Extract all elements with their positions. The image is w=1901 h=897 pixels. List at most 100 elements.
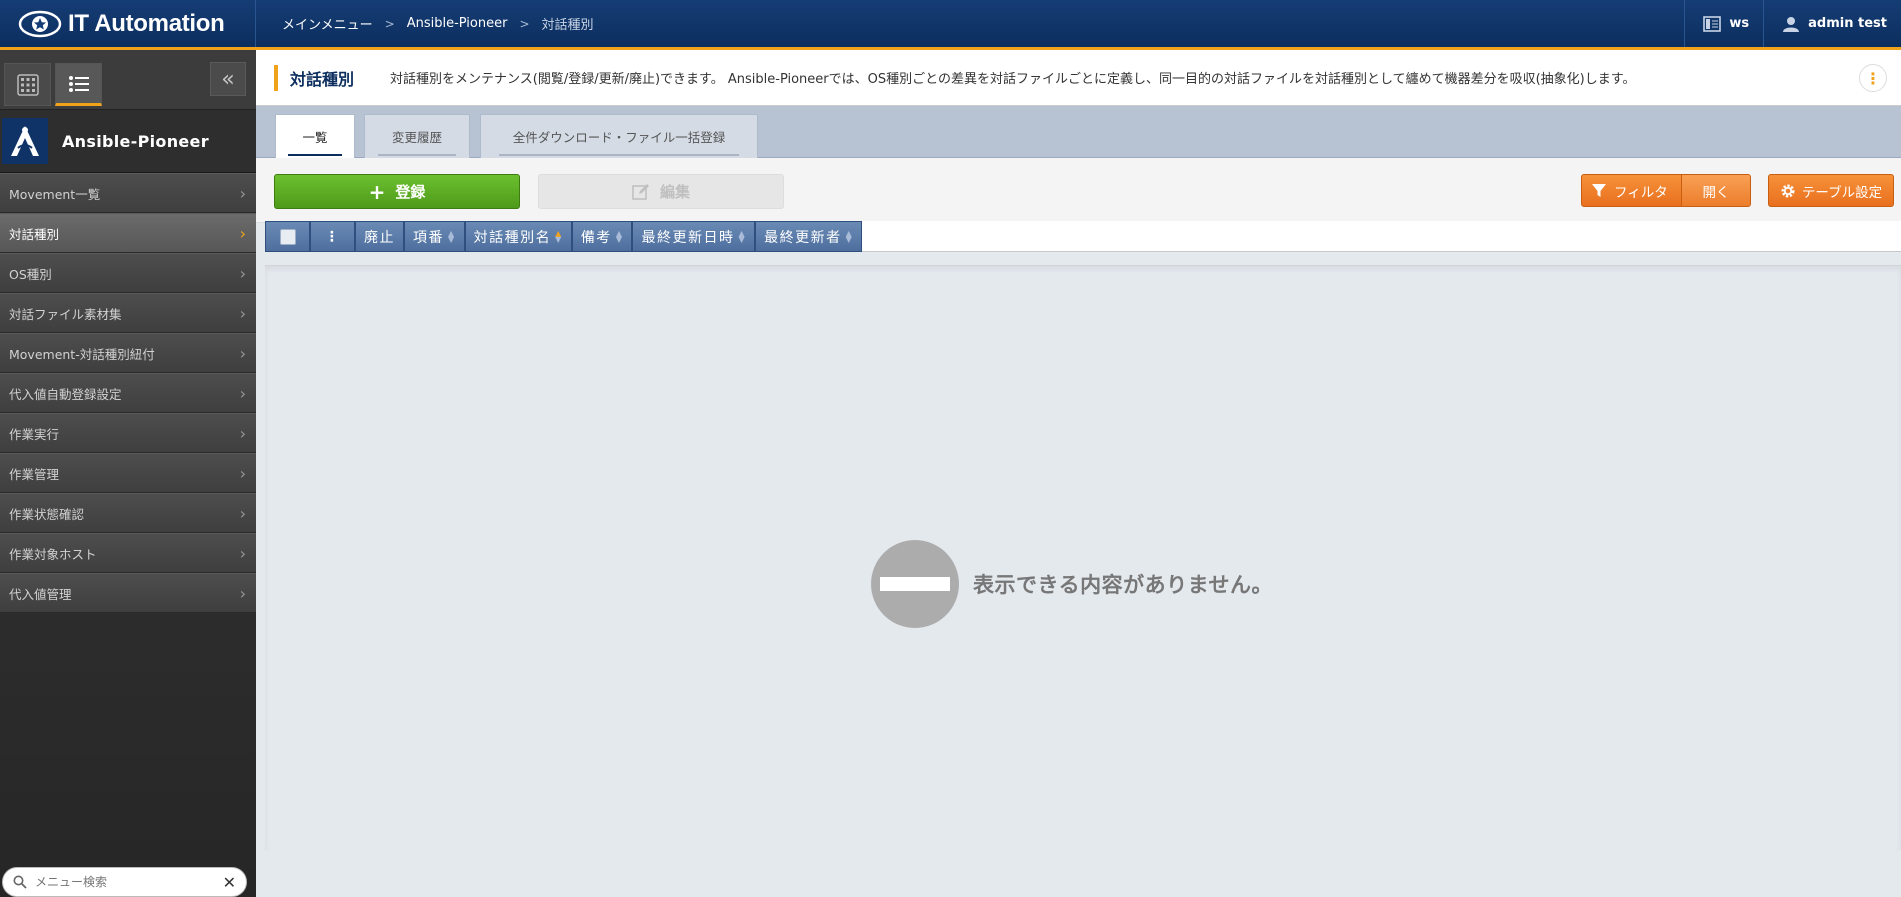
sidebar-item[interactable]: 代入値自動登録設定 › — [0, 373, 256, 413]
app-name: IT Automation — [68, 9, 225, 37]
chevron-right-icon: › — [239, 223, 246, 243]
empty-state: 表示できる内容がありません。 — [871, 540, 1273, 628]
row-menu-header[interactable]: ⋮ — [310, 221, 355, 252]
grid-icon — [16, 73, 39, 96]
sidebar-item[interactable]: 作業状態確認 › — [0, 493, 256, 533]
sidebar-item-label: OS種別 — [9, 266, 52, 282]
gear-icon — [1781, 184, 1795, 197]
filter-open-toggle[interactable]: 開く — [1682, 175, 1750, 206]
sidebar-item[interactable]: 作業管理 › — [0, 453, 256, 493]
menu-search[interactable]: ✕ — [2, 867, 247, 897]
main-content: 対話種別 対話種別をメンテナンス(閲覧/登録/更新/廃止)できます。 Ansib… — [256, 50, 1901, 897]
menu-group-name: Ansible-Pioneer — [62, 131, 209, 151]
sidebar-item-label: 作業実行 — [9, 426, 60, 442]
sidebar-item-label: 代入値自動登録設定 — [9, 386, 122, 402]
column-header-last-updated-by[interactable]: 最終更新者 ▲ ▼ — [755, 221, 863, 252]
sort-icon: ▲ ▼ — [738, 228, 747, 244]
sidebar-item[interactable]: 作業対象ホスト › — [0, 533, 256, 573]
breadcrumb-current: 対話種別 — [541, 18, 594, 33]
sidebar-tabs: « — [0, 50, 256, 110]
chevron-right-icon: › — [239, 503, 246, 523]
chevron-right-icon: › — [239, 543, 246, 563]
page-title: 対話種別 — [290, 69, 355, 89]
chevron-right-icon: › — [239, 183, 246, 203]
ita-logo-icon — [18, 10, 62, 37]
column-header-discard[interactable]: 廃止 — [355, 221, 404, 252]
chevron-right-icon: › — [239, 463, 246, 483]
sidebar-item[interactable]: OS種別 › — [0, 253, 256, 293]
chevron-right-icon: › — [239, 303, 246, 323]
table-settings-button[interactable]: テーブル設定 — [1768, 174, 1894, 207]
sidebar-item-label: 作業対象ホスト — [9, 546, 97, 562]
table-header: ⋮ 廃止 項番 ▲ ▼ 対話種別名 ▲ ▼ 備考 ▲ ▼ 最終更新日時 ▲ ▼ 最終更新者 ▲ ▼ — [265, 221, 1901, 252]
funnel-icon — [1592, 183, 1606, 197]
edit-button[interactable]: 編集 — [538, 174, 784, 209]
ansible-pioneer-icon — [2, 118, 48, 164]
sidebar-item[interactable]: 代入値管理 › — [0, 573, 256, 613]
column-header-remarks[interactable]: 備考 ▲ ▼ — [571, 221, 633, 252]
plus-icon: + — [368, 179, 386, 204]
menu-list: Movement一覧 › 対話種別 › OS種別 › 対話ファイル素材集 › Movement-… — [0, 173, 256, 613]
clear-search-icon[interactable]: ✕ — [223, 873, 236, 892]
sidebar-item[interactable]: Movement-対話種別紐付 › — [0, 333, 256, 373]
sort-icon: ▲ ▼ — [555, 228, 563, 244]
tab-menu-list[interactable] — [55, 63, 102, 106]
user-icon — [1783, 16, 1800, 32]
menu-group-title: Ansible-Pioneer — [0, 110, 256, 173]
breadcrumb-main-menu[interactable]: メインメニュー — [282, 14, 373, 33]
sidebar-item[interactable]: 対話種別 › — [0, 213, 256, 253]
workspace-icon — [1703, 15, 1722, 32]
tab-menu-grid[interactable] — [4, 63, 51, 106]
top-header: IT Automation メインメニュー > Ansible-Pioneer … — [0, 0, 1901, 50]
page-title-bar: 対話種別 対話種別をメンテナンス(閲覧/登録/更新/廃止)できます。 Ansib… — [256, 50, 1901, 106]
sidebar-item-label: Movement一覧 — [9, 186, 101, 202]
chevron-right-icon: › — [239, 343, 246, 363]
sidebar-item-label: 作業管理 — [9, 466, 60, 482]
chevron-right-icon: > — [519, 16, 530, 31]
sidebar-item[interactable]: 対話ファイル素材集 › — [0, 293, 256, 333]
chevron-right-icon: › — [239, 423, 246, 443]
sidebar: « Ansible-Pioneer Movement一覧 › 対話種別 › OS種別 › 対… — [0, 50, 256, 897]
sidebar-item-label: Movement-対話種別紐付 — [9, 346, 155, 362]
sort-icon: ▲ ▼ — [845, 228, 854, 244]
user-menu-button[interactable]: admin test — [1763, 0, 1901, 47]
select-all-checkbox[interactable] — [265, 221, 310, 252]
sort-icon: ▲ ▼ — [615, 228, 624, 244]
title-accent — [274, 64, 278, 91]
breadcrumb-ansible-pioneer[interactable]: Ansible-Pioneer — [407, 16, 508, 31]
chevron-right-icon: > — [384, 16, 395, 31]
breadcrumb: メインメニュー > Ansible-Pioneer > 対話種別 — [282, 14, 594, 33]
chevron-right-icon: › — [239, 583, 246, 603]
more-options-icon[interactable]: ⋮ — [1859, 64, 1887, 92]
sidebar-collapse-button[interactable]: « — [210, 62, 246, 96]
double-chevron-left-icon: « — [221, 66, 235, 92]
column-header-dialog-type-name[interactable]: 対話種別名 ▲ ▼ — [464, 221, 572, 252]
menu-search-input[interactable] — [35, 875, 223, 889]
tab-history[interactable]: 変更履歴 — [364, 114, 470, 158]
empty-message: 表示できる内容がありません。 — [973, 573, 1273, 597]
no-entry-icon — [871, 540, 959, 628]
sidebar-item[interactable]: 作業実行 › — [0, 413, 256, 453]
search-icon — [13, 875, 27, 889]
sidebar-item-label: 対話ファイル素材集 — [9, 306, 122, 322]
list-icon — [68, 75, 89, 92]
chevron-right-icon: › — [239, 383, 246, 403]
column-header-last-updated[interactable]: 最終更新日時 ▲ ▼ — [632, 221, 756, 252]
workspace-button[interactable]: ws — [1684, 0, 1763, 47]
filter-button[interactable]: フィルタ 開く — [1581, 174, 1751, 207]
edit-icon — [632, 183, 649, 200]
tab-list[interactable]: 一覧 — [275, 114, 355, 158]
page-description: 対話種別をメンテナンス(閲覧/登録/更新/廃止)できます。 Ansible-Pi… — [390, 72, 1636, 87]
content-tabs: 一覧 変更履歴 全件ダウンロード・ファイル一括登録 — [256, 106, 1901, 158]
sidebar-item-label: 対話種別 — [9, 226, 60, 242]
sidebar-item[interactable]: Movement一覧 › — [0, 173, 256, 213]
data-grid: ⋮ 廃止 項番 ▲ ▼ 対話種別名 ▲ ▼ 備考 ▲ ▼ 最終更新日時 ▲ ▼ 最終更新者 ▲ ▼ … — [265, 221, 1901, 850]
logo[interactable]: IT Automation — [0, 0, 256, 47]
column-header-item-no[interactable]: 項番 ▲ ▼ — [404, 221, 465, 252]
sort-icon: ▲ ▼ — [448, 228, 456, 244]
register-button[interactable]: + 登録 — [274, 174, 520, 209]
chevron-right-icon: › — [239, 263, 246, 283]
user-name: admin test — [1808, 16, 1887, 31]
tab-download-bulk-register[interactable]: 全件ダウンロード・ファイル一括登録 — [480, 114, 758, 158]
toolbar: + 登録 編集 フィルタ 開く テーブル設定 — [256, 158, 1901, 223]
